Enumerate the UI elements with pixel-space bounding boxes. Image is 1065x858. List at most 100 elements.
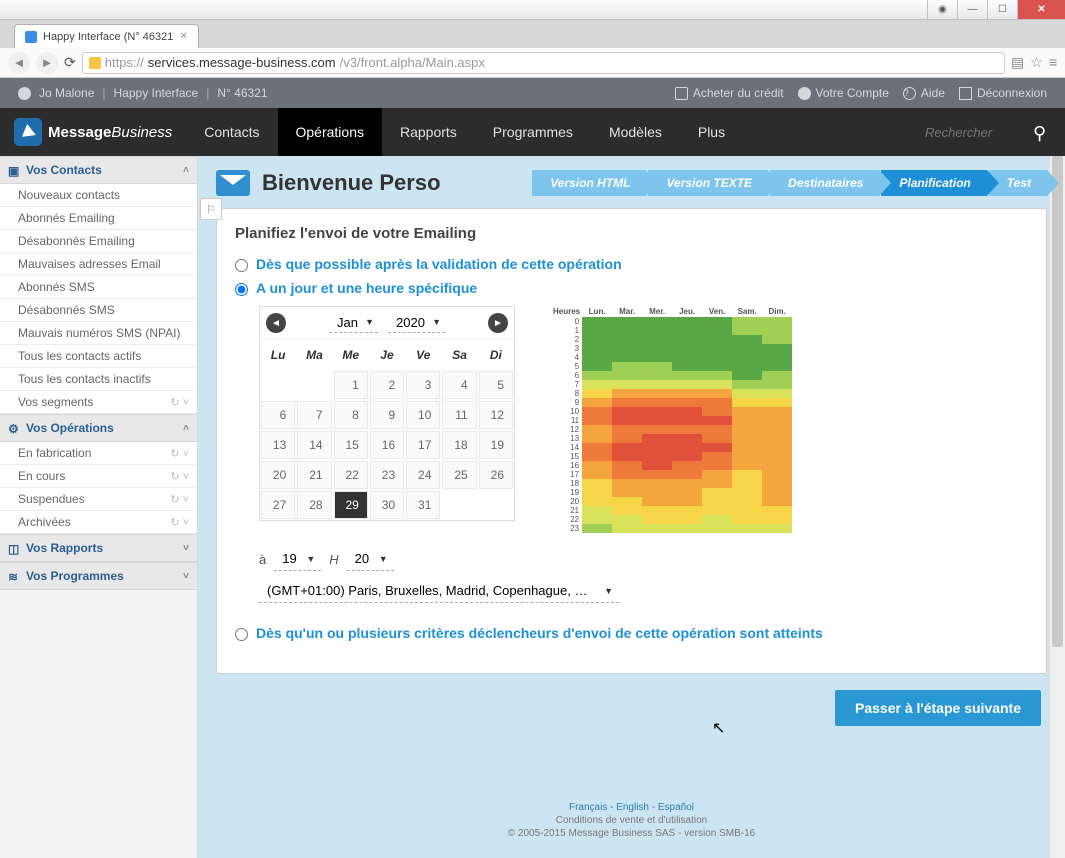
- nav-contacts[interactable]: Contacts: [186, 108, 277, 156]
- cal-next-button[interactable]: ►: [488, 313, 508, 333]
- search-input[interactable]: [925, 125, 1025, 140]
- cal-day[interactable]: 4: [442, 371, 476, 399]
- minute-select[interactable]: 20: [347, 547, 394, 571]
- cal-day[interactable]: 5: [479, 371, 513, 399]
- win-close[interactable]: ✕: [1017, 0, 1065, 19]
- cal-day[interactable]: 6: [261, 401, 295, 429]
- sidebar-group-2[interactable]: ◫Vos Rapports˅: [0, 534, 197, 562]
- nav-programmes[interactable]: Programmes: [475, 108, 591, 156]
- cal-day[interactable]: 31: [406, 491, 440, 519]
- browser-tab[interactable]: Happy Interface (N° 46321 ✕: [14, 24, 199, 48]
- url-field[interactable]: https://services.message-business.com/v3…: [82, 52, 1005, 74]
- win-user-icon[interactable]: ◉: [927, 0, 957, 19]
- scrollbar[interactable]: [1049, 156, 1065, 858]
- option-asap-radio[interactable]: [235, 259, 248, 272]
- cal-day[interactable]: 20: [261, 461, 295, 489]
- cal-day[interactable]: 19: [479, 431, 513, 459]
- cal-day[interactable]: 16: [370, 431, 404, 459]
- cal-year-select[interactable]: 2020: [388, 313, 445, 333]
- sidebar-item[interactable]: Archivées↻ ˅: [0, 511, 197, 534]
- sidebar-item[interactable]: Nouveaux contacts: [0, 184, 197, 207]
- reload-button[interactable]: ⟳: [64, 54, 76, 71]
- forward-button[interactable]: ►: [36, 52, 58, 74]
- brand-logo[interactable]: MessageBusiness: [0, 108, 186, 156]
- sidebar-group-3[interactable]: ≋Vos Programmes˅: [0, 562, 197, 590]
- cal-day[interactable]: 24: [406, 461, 440, 489]
- cal-day[interactable]: 30: [370, 491, 404, 519]
- nav-rapports[interactable]: Rapports: [382, 108, 475, 156]
- help-link[interactable]: ?Aide: [903, 86, 945, 100]
- cal-day[interactable]: 7: [297, 401, 331, 429]
- cal-month-select[interactable]: Jan: [329, 313, 378, 333]
- cal-day[interactable]: 23: [370, 461, 404, 489]
- cal-day[interactable]: 26: [479, 461, 513, 489]
- sidebar-group-1[interactable]: ⚙Vos Opérations˄: [0, 414, 197, 442]
- cal-day[interactable]: 10: [406, 401, 440, 429]
- refresh-icon[interactable]: ↻ ˅: [170, 396, 189, 409]
- win-maximize[interactable]: ☐: [987, 0, 1017, 19]
- your-account-link[interactable]: Votre Compte: [798, 86, 889, 100]
- sidebar-item[interactable]: Mauvais numéros SMS (NPAI): [0, 322, 197, 345]
- option-specific-label[interactable]: A un jour et une heure spécifique: [256, 280, 477, 296]
- sidebar-item[interactable]: En cours↻ ˅: [0, 465, 197, 488]
- cal-day[interactable]: 9: [370, 401, 404, 429]
- footer-terms[interactable]: Conditions de vente et d'utilisation: [220, 814, 1043, 827]
- cal-day[interactable]: 11: [442, 401, 476, 429]
- sidebar-item[interactable]: En fabrication↻ ˅: [0, 442, 197, 465]
- cal-prev-button[interactable]: ◄: [266, 313, 286, 333]
- translate-icon[interactable]: ▤: [1011, 54, 1024, 71]
- cal-day[interactable]: 15: [334, 431, 368, 459]
- hour-select[interactable]: 19: [274, 547, 321, 571]
- buy-credit-link[interactable]: Acheter du crédit: [675, 86, 784, 100]
- cal-day[interactable]: 29: [334, 491, 368, 519]
- nav-opérations[interactable]: Opérations: [278, 108, 382, 156]
- refresh-icon[interactable]: ↻ ˅: [170, 447, 189, 460]
- sidebar-item[interactable]: Vos segments↻ ˅: [0, 391, 197, 414]
- logout-link[interactable]: Déconnexion: [959, 86, 1047, 100]
- sidebar-group-0[interactable]: ▣Vos Contacts˄: [0, 156, 197, 184]
- win-minimize[interactable]: —: [957, 0, 987, 19]
- sidebar-item[interactable]: Mauvaises adresses Email: [0, 253, 197, 276]
- sidebar-pin-button[interactable]: ⚐: [200, 198, 222, 220]
- next-step-button[interactable]: Passer à l'étape suivante: [835, 690, 1041, 726]
- timezone-select[interactable]: (GMT+01:00) Paris, Bruxelles, Madrid, Co…: [259, 579, 619, 603]
- refresh-icon[interactable]: ↻ ˅: [170, 493, 189, 506]
- cal-day[interactable]: 3: [406, 371, 440, 399]
- cal-day[interactable]: 27: [261, 491, 295, 519]
- step-2[interactable]: Destinataires: [770, 170, 879, 196]
- sidebar-item[interactable]: Désabonnés Emailing: [0, 230, 197, 253]
- cal-day[interactable]: 1: [334, 371, 368, 399]
- back-button[interactable]: ◄: [8, 52, 30, 74]
- cal-day[interactable]: 28: [297, 491, 331, 519]
- refresh-icon[interactable]: ↻ ˅: [170, 470, 189, 483]
- option-asap-label[interactable]: Dès que possible après la validation de …: [256, 256, 622, 272]
- sidebar-item[interactable]: Tous les contacts inactifs: [0, 368, 197, 391]
- nav-plus[interactable]: Plus: [680, 108, 743, 156]
- sidebar-item[interactable]: Désabonnés SMS: [0, 299, 197, 322]
- cal-day[interactable]: 21: [297, 461, 331, 489]
- option-trigger-radio[interactable]: [235, 628, 248, 641]
- tab-close-icon[interactable]: ✕: [179, 31, 187, 42]
- sidebar-item[interactable]: Tous les contacts actifs: [0, 345, 197, 368]
- sidebar-item[interactable]: Abonnés Emailing: [0, 207, 197, 230]
- cal-day[interactable]: 13: [261, 431, 295, 459]
- search-icon[interactable]: ⚲: [1033, 123, 1051, 141]
- step-3[interactable]: Planification: [881, 170, 986, 196]
- cal-day[interactable]: 17: [406, 431, 440, 459]
- step-1[interactable]: Version TEXTE: [648, 170, 768, 196]
- cal-day[interactable]: 25: [442, 461, 476, 489]
- cal-day[interactable]: 8: [334, 401, 368, 429]
- cal-day[interactable]: 2: [370, 371, 404, 399]
- sidebar-item[interactable]: Abonnés SMS: [0, 276, 197, 299]
- refresh-icon[interactable]: ↻ ˅: [170, 516, 189, 529]
- footer-langs[interactable]: Français - English - Español: [220, 801, 1043, 814]
- menu-icon[interactable]: ≡: [1049, 54, 1057, 71]
- cal-day[interactable]: 14: [297, 431, 331, 459]
- cal-day[interactable]: 12: [479, 401, 513, 429]
- sidebar-item[interactable]: Suspendues↻ ˅: [0, 488, 197, 511]
- bookmark-icon[interactable]: ☆: [1030, 54, 1043, 71]
- cal-day[interactable]: 18: [442, 431, 476, 459]
- scrollbar-thumb[interactable]: [1052, 156, 1063, 647]
- step-0[interactable]: Version HTML: [532, 170, 646, 196]
- option-trigger-label[interactable]: Dès qu'un ou plusieurs critères déclench…: [256, 625, 823, 641]
